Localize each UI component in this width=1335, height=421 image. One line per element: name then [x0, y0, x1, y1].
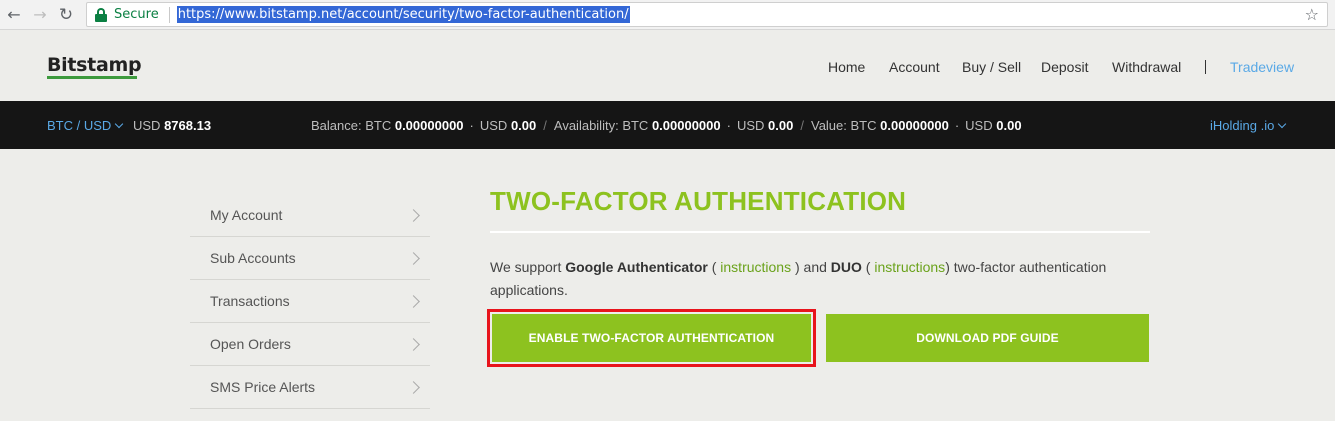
value-btc-value: 0.00000000 — [880, 118, 949, 133]
price-value: 8768.13 — [164, 118, 212, 133]
site-header: Bitstamp Home Account Buy / Sell Deposit… — [0, 31, 1335, 101]
account-sidebar: My Account Sub Accounts Transactions Ope… — [190, 194, 430, 409]
price-currency: USD — [133, 118, 161, 133]
sidebar-item-transactions[interactable]: Transactions — [190, 280, 430, 323]
address-bar[interactable]: Secure https://www.bitstamp.net/account/… — [86, 2, 1328, 27]
sidebar-item-label: My Account — [210, 207, 283, 223]
address-separator — [168, 6, 170, 23]
two-factor-description: We support Google Authenticator ( instru… — [490, 256, 1140, 302]
chevron-right-icon — [407, 251, 420, 265]
availability-usd-value: 0.00 — [768, 118, 794, 133]
secure-label: Secure — [114, 7, 159, 22]
availability-usd-label: USD — [736, 118, 765, 133]
download-pdf-guide-button[interactable]: DOWNLOAD PDF GUIDE — [826, 314, 1149, 362]
desc-text: ( — [707, 259, 721, 275]
nav-home[interactable]: Home — [828, 59, 865, 75]
value-label: Value: — [810, 118, 847, 133]
sidebar-item-label: SMS Price Alerts — [210, 379, 316, 395]
currency-pair-selector[interactable]: BTC / USD — [47, 118, 124, 133]
nav-withdrawal[interactable]: Withdrawal — [1112, 59, 1181, 75]
sidebar-item-sub-accounts[interactable]: Sub Accounts — [190, 237, 430, 280]
chevron-right-icon — [407, 294, 420, 308]
page-title: TWO-FACTOR AUTHENTICATION — [490, 186, 907, 216]
nav-deposit[interactable]: Deposit — [1041, 59, 1088, 75]
chevron-right-icon — [407, 337, 420, 351]
value-btc-label: BTC — [850, 118, 877, 133]
balance-group: Balance: BTC 0.00000000 · USD 0.00/Availab… — [311, 118, 1022, 133]
url-text[interactable]: https://www.bitstamp.net/account/securit… — [176, 6, 630, 23]
desc-text: We support — [490, 259, 566, 275]
google-authenticator-name: Google Authenticator — [565, 259, 708, 275]
title-divider — [490, 231, 1150, 233]
balance-btc-label: BTC — [365, 118, 392, 133]
account-selector[interactable]: iHolding .io — [1210, 118, 1287, 133]
balance-label: Balance: — [311, 118, 362, 133]
forward-arrow-icon[interactable]: → — [29, 4, 51, 26]
balance-usd-label: USD — [479, 118, 508, 133]
chevron-right-icon — [407, 208, 420, 222]
sidebar-item-sms-price-alerts[interactable]: SMS Price Alerts — [190, 366, 430, 409]
account-name: iHolding .io — [1210, 118, 1275, 133]
value-usd-label: USD — [965, 118, 993, 133]
duo-instructions-link[interactable]: instructions — [874, 259, 945, 275]
chevron-right-icon — [407, 380, 420, 394]
logo-underline — [47, 76, 137, 79]
bookmark-star-icon[interactable]: ☆ — [1305, 5, 1319, 24]
sidebar-item-label: Sub Accounts — [210, 250, 296, 266]
nav-tradeview[interactable]: Tradeview — [1230, 59, 1294, 75]
ticker-bar: BTC / USD USD 8768.13 Balance: BTC 0.000… — [0, 101, 1335, 149]
availability-btc-value: 0.00000000 — [651, 118, 721, 133]
bitstamp-logo[interactable]: Bitstamp — [47, 54, 142, 76]
desc-text: ) and — [791, 259, 831, 275]
last-price: USD 8768.13 — [133, 118, 211, 133]
duo-name: DUO — [830, 259, 862, 275]
enable-two-factor-button[interactable]: ENABLE TWO-FACTOR AUTHENTICATION — [492, 314, 811, 362]
availability-label: Availability: — [553, 118, 619, 133]
availability-btc-label: BTC — [622, 118, 649, 133]
back-arrow-icon[interactable]: ← — [3, 4, 25, 26]
pair-label: BTC / USD — [47, 118, 112, 133]
sidebar-item-label: Open Orders — [210, 336, 291, 352]
nav-account[interactable]: Account — [889, 59, 940, 75]
browser-toolbar: ← → ↻ Secure https://www.bitstamp.net/ac… — [0, 0, 1335, 30]
nav-buy-sell[interactable]: Buy / Sell — [962, 59, 1021, 75]
value-usd-value: 0.00 — [996, 118, 1022, 133]
chevron-down-icon — [1278, 119, 1287, 129]
balance-usd-value: 0.00 — [510, 118, 537, 133]
sidebar-item-my-account[interactable]: My Account — [190, 194, 430, 237]
sidebar-item-open-orders[interactable]: Open Orders — [190, 323, 430, 366]
chevron-down-icon — [115, 119, 124, 129]
google-instructions-link[interactable]: instructions — [720, 259, 791, 275]
sidebar-item-label: Transactions — [210, 293, 290, 309]
reload-icon[interactable]: ↻ — [55, 4, 77, 26]
nav-divider — [1205, 60, 1206, 74]
balance-btc-value: 0.00000000 — [394, 118, 464, 133]
desc-text: ( — [861, 259, 875, 275]
lock-icon — [95, 7, 107, 22]
